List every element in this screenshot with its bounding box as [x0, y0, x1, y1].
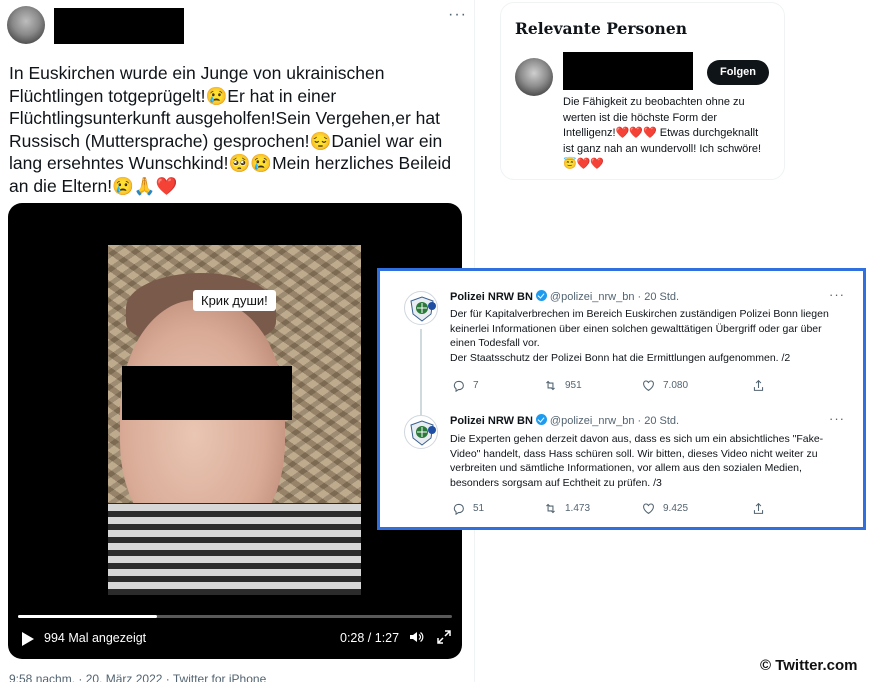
share-button[interactable]	[752, 379, 765, 392]
video-frame: Крик души!	[108, 245, 361, 595]
tweet-header: Polizei NRW BN @polizei_nrw_bn · 20 Std.	[450, 290, 679, 303]
author-handle: @polizei_nrw_bn · 20 Std.	[549, 291, 680, 303]
like-icon	[643, 380, 654, 391]
card-title: Relevante Personen	[515, 19, 687, 38]
video-progress-fill	[18, 615, 157, 618]
reply-icon	[453, 380, 464, 392]
like-icon	[643, 503, 654, 514]
reply-count: 51	[473, 503, 485, 514]
watermark: © Twitter.com	[760, 657, 858, 674]
tweet-header: Polizei NRW BN @polizei_nrw_bn · 20 Std.	[450, 414, 679, 427]
play-icon[interactable]	[22, 632, 34, 646]
video-progress-bar[interactable]	[18, 615, 452, 618]
follow-button[interactable]: Folgen	[707, 60, 769, 85]
avatar[interactable]	[7, 6, 45, 44]
volume-icon[interactable]	[408, 629, 424, 645]
more-icon[interactable]: ···	[829, 287, 845, 302]
like-button[interactable]: 9.425	[642, 502, 688, 515]
verified-icon	[535, 414, 547, 425]
view-count: 994 Mal angezeigt	[44, 631, 147, 645]
reply-button[interactable]: 51	[452, 502, 484, 515]
share-icon	[753, 502, 764, 514]
avatar[interactable]	[515, 58, 553, 96]
verified-icon	[535, 290, 547, 301]
tweet-text: Die Experten gehen derzeit davon aus, da…	[450, 433, 824, 489]
police-tweet[interactable]: Polizei NRW BN @polizei_nrw_bn · 20 Std. …	[380, 401, 863, 527]
police-logo-avatar[interactable]	[404, 415, 438, 449]
video-caption-tag: Крик души!	[193, 290, 276, 311]
video-timecode: 0:28 / 1:27	[340, 631, 400, 645]
police-tweets-screenshot: Polizei NRW BN @polizei_nrw_bn · 20 Std. …	[377, 268, 866, 530]
retweet-button[interactable]: 1.473	[544, 502, 590, 515]
author-name[interactable]: Polizei NRW BN	[450, 415, 533, 427]
video-subject-shirt	[108, 503, 361, 595]
author-handle: @polizei_nrw_bn · 20 Std.	[549, 415, 680, 427]
more-icon[interactable]: ···	[829, 411, 845, 426]
police-logo-avatar[interactable]	[404, 291, 438, 325]
police-tweet[interactable]: Polizei NRW BN @polizei_nrw_bn · 20 Std. …	[380, 271, 863, 417]
police-logo-icon	[410, 296, 436, 322]
reply-icon	[453, 503, 464, 515]
relevant-persons-card: Relevante Personen Folgen Die Fähigkeit …	[500, 2, 785, 180]
redaction-bar	[122, 366, 292, 420]
tweet-meta: 9:58 nachm. · 20. März 2022 · Twitter fo…	[9, 672, 267, 682]
retweet-button[interactable]: 951	[544, 379, 582, 392]
share-button[interactable]	[752, 502, 765, 515]
redacted-username	[563, 52, 693, 90]
retweet-icon	[546, 380, 555, 391]
fullscreen-icon[interactable]	[436, 629, 452, 645]
redacted-username	[54, 8, 184, 44]
retweet-icon	[546, 503, 555, 514]
author-name[interactable]: Polizei NRW BN	[450, 291, 533, 303]
share-icon	[753, 379, 764, 391]
tweet-text: In Euskirchen wurde ein Junge von ukrain…	[9, 63, 452, 196]
more-icon[interactable]: ···	[448, 6, 467, 24]
like-count: 7.080	[663, 380, 689, 391]
tweet-text: Der für Kapitalverbrechen im Bereich Eus…	[450, 308, 829, 364]
retweet-count: 1.473	[565, 503, 591, 514]
like-button[interactable]: 7.080	[642, 379, 688, 392]
like-count: 9.425	[663, 503, 689, 514]
police-logo-icon	[410, 420, 436, 446]
reply-button[interactable]: 7	[452, 379, 479, 392]
reply-count: 7	[473, 380, 479, 391]
retweet-count: 951	[565, 380, 582, 391]
person-bio: Die Fähigkeit zu beobachten ohne zu wert…	[563, 96, 762, 170]
